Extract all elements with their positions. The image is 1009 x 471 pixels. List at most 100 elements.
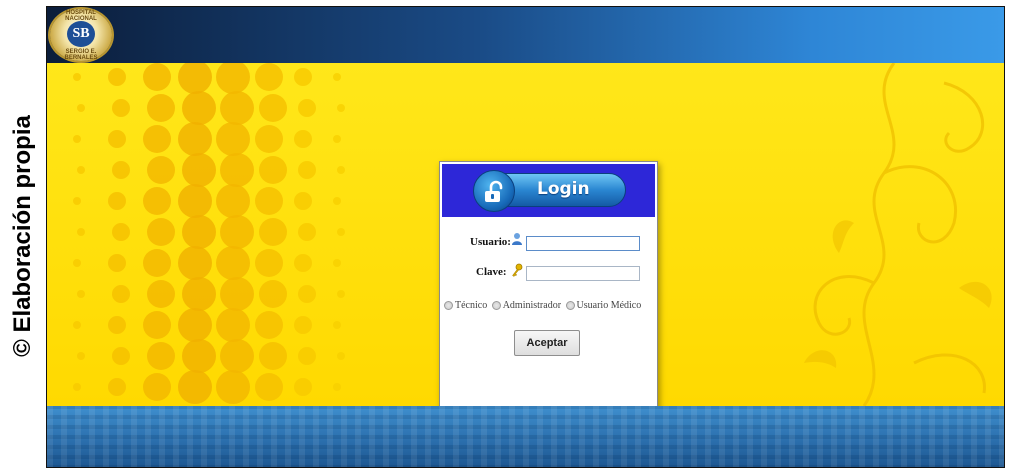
halftone-dot bbox=[178, 308, 212, 342]
halftone-dot bbox=[182, 91, 216, 125]
halftone-dot bbox=[112, 347, 130, 365]
halftone-dot bbox=[216, 122, 250, 156]
halftone-dot bbox=[333, 135, 341, 143]
halftone-dot bbox=[108, 316, 126, 334]
halftone-dot bbox=[147, 156, 175, 184]
halftone-dot bbox=[337, 228, 345, 236]
halftone-dot bbox=[259, 342, 287, 370]
halftone-dot bbox=[178, 122, 212, 156]
halftone-dots-decoration bbox=[73, 63, 345, 404]
password-label: Clave: bbox=[476, 266, 507, 278]
halftone-dot bbox=[178, 63, 212, 94]
side-caption: © Elaboración propia bbox=[0, 0, 46, 471]
key-icon bbox=[512, 263, 523, 277]
halftone-dot bbox=[216, 308, 250, 342]
halftone-dot bbox=[220, 277, 254, 311]
halftone-dot bbox=[73, 383, 81, 391]
halftone-dot bbox=[298, 99, 316, 117]
halftone-dot bbox=[112, 223, 130, 241]
radio-administrador[interactable] bbox=[491, 301, 501, 310]
hospital-logo: HOSPITAL NACIONAL SB SERGIO E. BERNALES bbox=[50, 9, 112, 61]
halftone-dot bbox=[143, 249, 171, 277]
halftone-dot bbox=[259, 218, 287, 246]
halftone-dot bbox=[216, 246, 250, 280]
halftone-dot bbox=[220, 91, 254, 125]
username-input[interactable] bbox=[526, 236, 640, 251]
halftone-dot bbox=[259, 156, 287, 184]
main-background: Login Usuario: Clave: Técnico Administra… bbox=[47, 63, 1004, 406]
halftone-dot bbox=[108, 378, 126, 396]
halftone-dot bbox=[337, 352, 345, 360]
halftone-dot bbox=[77, 166, 85, 174]
halftone-dot bbox=[108, 192, 126, 210]
login-title: Login bbox=[537, 179, 590, 199]
halftone-dot bbox=[333, 321, 341, 329]
halftone-dot bbox=[178, 246, 212, 280]
halftone-dot bbox=[182, 215, 216, 249]
halftone-dot bbox=[73, 321, 81, 329]
login-title-badge: Login bbox=[473, 170, 626, 212]
halftone-dot bbox=[73, 135, 81, 143]
halftone-dot bbox=[255, 311, 283, 339]
screenshot-frame: HOSPITAL NACIONAL SB SERGIO E. BERNALES bbox=[46, 6, 1005, 468]
halftone-dot bbox=[298, 285, 316, 303]
halftone-dot bbox=[143, 63, 171, 91]
role-option-administrador[interactable]: Administrador bbox=[491, 300, 562, 311]
halftone-dot bbox=[298, 347, 316, 365]
role-label-usuario-medico: Usuario Médico bbox=[576, 300, 642, 311]
halftone-dot bbox=[77, 104, 85, 112]
lock-badge bbox=[473, 170, 515, 212]
role-label-administrador: Administrador bbox=[502, 300, 562, 311]
role-option-usuario-medico[interactable]: Usuario Médico bbox=[565, 300, 642, 311]
radio-tecnico[interactable] bbox=[444, 301, 453, 310]
halftone-dot bbox=[112, 161, 130, 179]
halftone-dot bbox=[77, 290, 85, 298]
halftone-dot bbox=[333, 259, 341, 267]
radio-usuario-medico[interactable] bbox=[565, 301, 575, 310]
halftone-dot bbox=[77, 228, 85, 236]
halftone-dot bbox=[73, 259, 81, 267]
halftone-dot bbox=[143, 373, 171, 401]
halftone-dot bbox=[294, 130, 312, 148]
logo-bottom-text: SERGIO E. BERNALES bbox=[64, 49, 98, 61]
password-input[interactable] bbox=[526, 266, 640, 281]
halftone-dot bbox=[143, 187, 171, 215]
username-label: Usuario: bbox=[470, 236, 511, 248]
halftone-dot bbox=[143, 125, 171, 153]
halftone-dot bbox=[333, 197, 341, 205]
role-label-tecnico: Técnico bbox=[455, 300, 488, 311]
halftone-dot bbox=[108, 254, 126, 272]
halftone-dot bbox=[294, 316, 312, 334]
halftone-dot bbox=[147, 342, 175, 370]
halftone-dot bbox=[255, 373, 283, 401]
caption-text: © Elaboración propia bbox=[9, 114, 37, 357]
halftone-dot bbox=[147, 280, 175, 308]
halftone-dot bbox=[216, 184, 250, 218]
halftone-dot bbox=[259, 94, 287, 122]
lock-icon bbox=[485, 180, 503, 202]
accept-button[interactable]: Aceptar bbox=[514, 330, 580, 356]
halftone-dot bbox=[182, 153, 216, 187]
halftone-dot bbox=[178, 370, 212, 404]
login-header: Login bbox=[442, 164, 655, 217]
halftone-dot bbox=[298, 161, 316, 179]
halftone-dot bbox=[77, 352, 85, 360]
halftone-dot bbox=[220, 215, 254, 249]
halftone-dot bbox=[178, 184, 212, 218]
halftone-dot bbox=[220, 153, 254, 187]
halftone-dot bbox=[112, 99, 130, 117]
logo-monogram: SB bbox=[67, 21, 95, 47]
halftone-dot bbox=[294, 192, 312, 210]
halftone-dot bbox=[147, 94, 175, 122]
halftone-dot bbox=[147, 218, 175, 246]
role-option-tecnico[interactable]: Técnico bbox=[444, 300, 487, 311]
halftone-dot bbox=[255, 125, 283, 153]
halftone-dot bbox=[112, 285, 130, 303]
floral-swirl-decoration bbox=[804, 63, 992, 406]
halftone-dot bbox=[337, 104, 345, 112]
halftone-dot bbox=[182, 277, 216, 311]
halftone-dot bbox=[182, 339, 216, 373]
halftone-dot bbox=[216, 63, 250, 94]
login-panel: Login Usuario: Clave: Técnico Administra… bbox=[439, 161, 658, 406]
halftone-dot bbox=[108, 68, 126, 86]
